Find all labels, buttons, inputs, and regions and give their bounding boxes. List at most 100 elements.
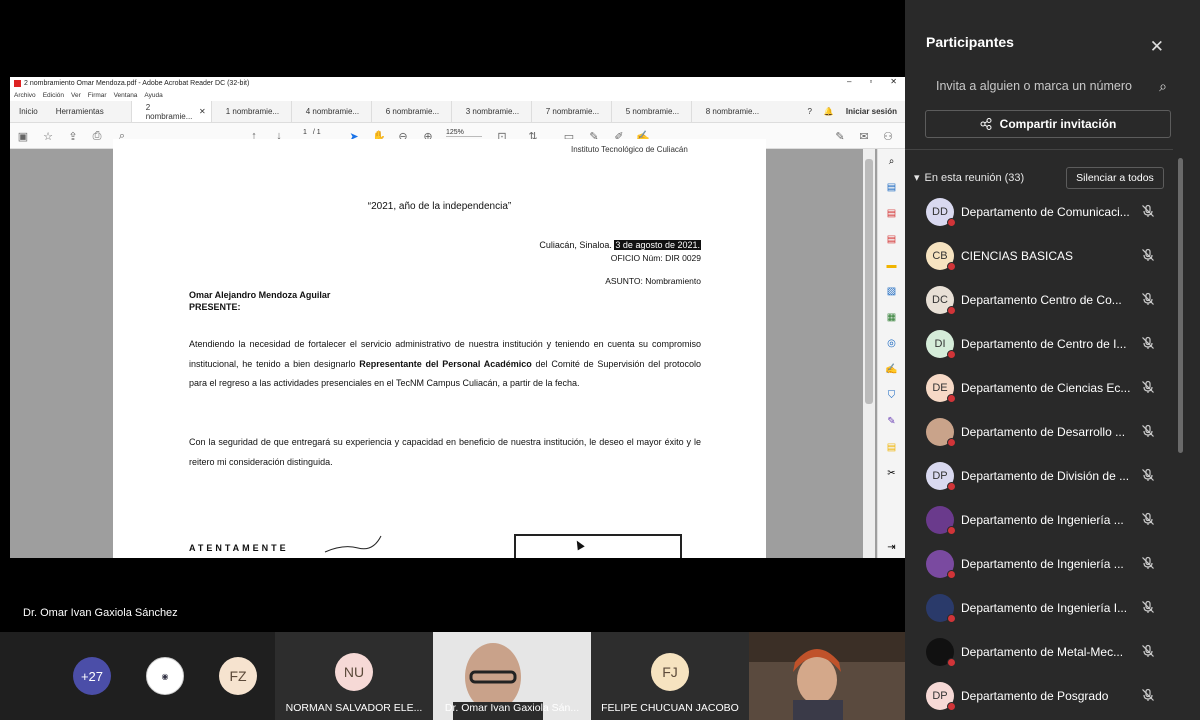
tab-doc[interactable]: 8 nombramie... bbox=[690, 101, 771, 122]
share-user-icon[interactable]: ⚇ bbox=[881, 129, 895, 143]
participant-avatar: DC bbox=[926, 286, 956, 315]
paragraph-1-bold: Representante del Personal Académico bbox=[359, 358, 532, 369]
participant-row[interactable]: DP Departamento de División de ... bbox=[905, 454, 1180, 498]
organize-icon[interactable]: ▦ bbox=[885, 311, 898, 324]
participant-row[interactable]: DI Departamento de Centro de I... bbox=[905, 322, 1180, 366]
mute-all-button[interactable]: Silenciar a todos bbox=[1066, 167, 1164, 189]
zoom-pane-icon[interactable]: ⌕ bbox=[885, 155, 898, 168]
pdf-scrollbar[interactable] bbox=[863, 149, 875, 558]
participant-row[interactable]: Departamento de Ingeniería ... bbox=[905, 542, 1180, 586]
collapse-pane-icon[interactable]: ⇥ bbox=[885, 541, 898, 554]
mic-muted-icon[interactable] bbox=[1141, 512, 1155, 526]
mic-muted-icon[interactable] bbox=[1141, 468, 1155, 482]
bookmark-star-icon[interactable]: ☆ bbox=[41, 129, 55, 143]
acrobat-window-title: 2 nombramiento Omar Mendoza.pdf - Adobe … bbox=[24, 80, 250, 87]
print-icon[interactable]: ⎙ bbox=[90, 129, 104, 143]
tab-doc[interactable]: 6 nombramie... bbox=[370, 101, 451, 122]
participant-row[interactable]: DP Departamento de Posgrado bbox=[905, 674, 1180, 718]
mic-muted-icon[interactable] bbox=[1141, 644, 1155, 658]
video-tile-fj[interactable]: FJ FELIPE CHUCUAN JACOBO bbox=[591, 632, 749, 720]
menu-ayuda[interactable]: Ayuda bbox=[144, 92, 162, 99]
share-icon bbox=[980, 118, 992, 130]
avatar-fz[interactable]: FZ bbox=[219, 657, 257, 695]
video-tile-camera[interactable] bbox=[749, 632, 905, 720]
menu-ver[interactable]: Ver bbox=[71, 92, 81, 99]
participant-name: Departamento de Posgrado bbox=[961, 689, 1109, 703]
mic-muted-icon[interactable] bbox=[1141, 204, 1155, 218]
comment-pane-icon[interactable]: ▬ bbox=[885, 259, 898, 272]
tab-doc-label: 8 nombramie... bbox=[705, 107, 760, 116]
tab-doc[interactable]: 4 nombramie... bbox=[290, 101, 371, 122]
tab-inicio[interactable]: Inicio bbox=[10, 101, 47, 122]
participant-row[interactable]: Departamento de Ingeniería I... bbox=[905, 586, 1180, 630]
send-icon[interactable]: ▤ bbox=[885, 441, 898, 454]
scan-icon[interactable]: ◎ bbox=[885, 337, 898, 350]
mic-muted-icon[interactable] bbox=[1141, 248, 1155, 262]
page-current[interactable]: 1 bbox=[303, 129, 307, 136]
mic-muted-icon[interactable] bbox=[1141, 380, 1155, 394]
busy-status-icon bbox=[947, 438, 956, 447]
participant-row[interactable]: Departamento de Ingeniería ... bbox=[905, 498, 1180, 542]
edit-pdf-pane-icon[interactable]: ▤ bbox=[885, 233, 898, 246]
in-meeting-label: En esta reunión (33) bbox=[924, 171, 1025, 184]
participant-row[interactable]: CB CIENCIAS BASICAS bbox=[905, 234, 1180, 278]
mail-icon[interactable]: ✉ bbox=[857, 129, 871, 143]
tab-doc[interactable]: 1 nombramie... bbox=[210, 101, 291, 122]
page-indicator[interactable]: 1 / 1 bbox=[303, 129, 321, 136]
video-tile-presenter[interactable]: Dr. Omar Ivan Gaxiola Sán... bbox=[433, 632, 591, 720]
mic-muted-icon[interactable] bbox=[1141, 292, 1155, 306]
close-icon[interactable]: ✕ bbox=[1150, 37, 1164, 57]
help-icon[interactable]: ? bbox=[807, 107, 811, 116]
menu-archivo[interactable]: Archivo bbox=[14, 92, 36, 99]
sign-pane-icon[interactable]: ✎ bbox=[885, 415, 898, 428]
participant-list: DD Departamento de Comunicaci... CB CIENCIA… bbox=[905, 190, 1180, 718]
edit-pdf-icon[interactable]: ✎ bbox=[833, 129, 847, 143]
bell-icon[interactable]: 🔔 bbox=[824, 107, 834, 116]
participant-row[interactable]: DC Departamento Centro de Co... bbox=[905, 278, 1180, 322]
participants-scrollbar[interactable] bbox=[1178, 158, 1183, 453]
maximize-icon[interactable]: ▫ bbox=[869, 77, 872, 86]
tile-name-presenter: Dr. Omar Ivan Gaxiola Sán... bbox=[444, 702, 580, 714]
combine-icon[interactable]: ▧ bbox=[885, 285, 898, 298]
menu-edicion[interactable]: Edición bbox=[43, 92, 64, 99]
upload-icon[interactable]: ⇪ bbox=[66, 129, 80, 143]
close-window-icon[interactable]: ✕ bbox=[890, 77, 897, 86]
video-tile-nu[interactable]: NU NORMAN SALVADOR ELE... bbox=[275, 632, 433, 720]
institution-logo-avatar[interactable]: ◉ bbox=[146, 657, 184, 695]
create-pdf-icon[interactable]: ▤ bbox=[885, 207, 898, 220]
pdf-scroll-thumb[interactable] bbox=[865, 159, 873, 404]
zoom-select[interactable]: 125% bbox=[446, 129, 482, 137]
more-tools-icon[interactable]: ✂ bbox=[885, 467, 898, 480]
fill-sign-icon[interactable]: ✍ bbox=[885, 363, 898, 376]
minimize-icon[interactable]: – bbox=[847, 77, 851, 86]
participant-row[interactable]: Departamento de Desarrollo ... bbox=[905, 410, 1180, 454]
in-meeting-toggle[interactable]: ▾ En esta reunión (33) bbox=[914, 171, 1025, 185]
export-pdf-icon[interactable]: ▤ bbox=[885, 181, 898, 194]
mic-muted-icon[interactable] bbox=[1141, 688, 1155, 702]
mic-muted-icon[interactable] bbox=[1141, 600, 1155, 614]
close-tab-icon[interactable]: ✕ bbox=[199, 107, 206, 116]
search-icon[interactable]: ⌕ bbox=[1159, 78, 1167, 95]
tab-doc[interactable]: 5 nombramie... bbox=[610, 101, 691, 122]
menu-firmar[interactable]: Firmar bbox=[88, 92, 107, 99]
menu-ventana[interactable]: Ventana bbox=[114, 92, 138, 99]
save-icon[interactable]: ▣ bbox=[16, 129, 30, 143]
share-invite-button[interactable]: Compartir invitación bbox=[925, 110, 1171, 138]
tab-doc-active[interactable]: 2 nombramie... ✕ bbox=[130, 101, 211, 122]
tab-herramientas[interactable]: Herramientas bbox=[47, 101, 113, 122]
participant-row[interactable]: DD Departamento de Comunicaci... bbox=[905, 190, 1180, 234]
tab-doc[interactable]: 3 nombramie... bbox=[450, 101, 531, 122]
mic-muted-icon[interactable] bbox=[1141, 556, 1155, 570]
signin-button[interactable]: Iniciar sesión bbox=[846, 107, 897, 116]
tab-doc[interactable]: 7 nombramie... bbox=[530, 101, 611, 122]
participant-row[interactable]: DE Departamento de Ciencias Ec... bbox=[905, 366, 1180, 410]
mic-muted-icon[interactable] bbox=[1141, 336, 1155, 350]
acrobat-tools-pane: ⌕ ▤ ▤ ▤ ▬ ▧ ▦ ◎ ✍ ⛉ ✎ ▤ ✂ ⇥ bbox=[877, 149, 905, 558]
participant-row[interactable]: Departamento de Metal-Mec... bbox=[905, 630, 1180, 674]
mic-muted-icon[interactable] bbox=[1141, 424, 1155, 438]
protect-icon[interactable]: ⛉ bbox=[885, 389, 898, 402]
tile-name-fj: FELIPE CHUCUAN JACOBO bbox=[601, 702, 739, 714]
avatar-nu: NU bbox=[335, 653, 373, 691]
more-participants-button[interactable]: +27 bbox=[73, 657, 111, 695]
invite-search-input[interactable]: Invita a alguien o marca un número bbox=[936, 79, 1132, 93]
